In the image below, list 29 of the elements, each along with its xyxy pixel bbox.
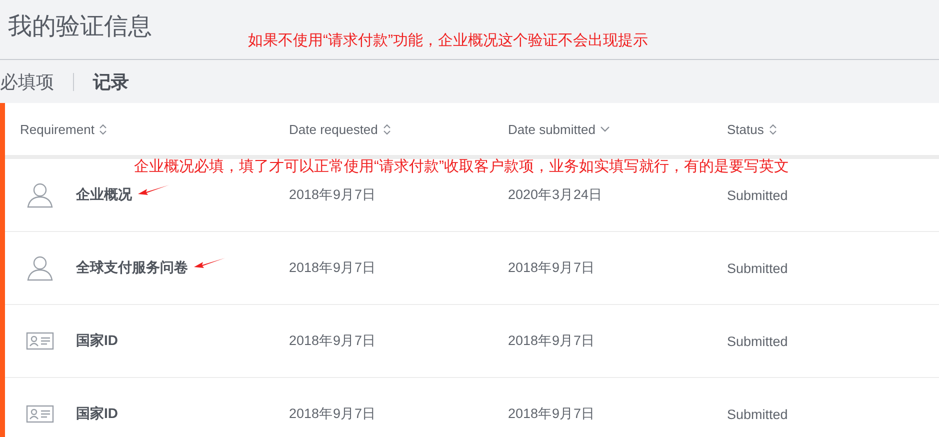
table-cell-text: 2018年9月7日 <box>289 405 378 423</box>
column-header[interactable]: Date requested <box>289 122 391 136</box>
requirement-name[interactable]: 国家ID <box>76 405 118 423</box>
requirement-name[interactable]: 全球支付服务问卷 <box>76 259 188 277</box>
requirement-name[interactable]: 企业概况 <box>76 186 132 204</box>
table-cell-text: 2018年9月7日 <box>508 259 596 277</box>
person-icon <box>26 255 54 281</box>
id-card-icon <box>26 405 54 423</box>
id-card-icon <box>26 332 54 350</box>
person-icon <box>26 182 54 208</box>
column-header[interactable]: Status <box>727 122 777 136</box>
annotation-text: 如果不使用“请求付款”功能，企业概况这个验证不会出现提示 <box>248 31 648 50</box>
table-cell-text: 2018年9月7日 <box>508 405 596 423</box>
table-cell-text: 2018年9月7日 <box>289 332 378 350</box>
annotation-text: 企业概况必填，填了才可以正常使用“请求付款”收取客户款项，业务如实填写就行，有的是要写英文 <box>134 157 789 176</box>
status-text: Submitted <box>727 406 789 422</box>
status-text: Submitted <box>727 260 789 276</box>
table-cell-text: 2018年9月7日 <box>508 332 596 350</box>
tab[interactable]: 必填项 <box>0 70 54 94</box>
status-text: Submitted <box>727 188 789 202</box>
column-header[interactable]: Requirement <box>20 122 108 136</box>
page-title: 我的验证信息 <box>8 12 152 42</box>
table-cell-text: 2020年3月24日 <box>508 186 604 204</box>
tab[interactable]: 记录 <box>93 70 129 94</box>
requirement-name[interactable]: 国家ID <box>76 332 118 350</box>
table-cell-text: 2018年9月7日 <box>289 186 378 204</box>
column-header[interactable]: Date submitted <box>508 122 610 136</box>
table-cell-text: 2018年9月7日 <box>289 259 378 277</box>
status-text: Submitted <box>727 334 789 348</box>
